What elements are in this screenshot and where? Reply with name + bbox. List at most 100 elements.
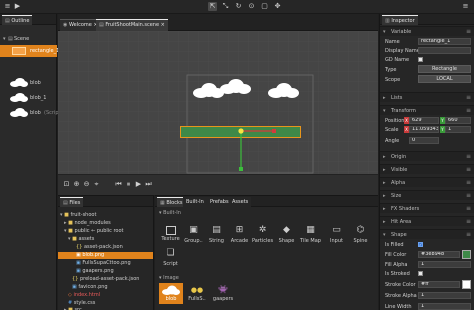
file-tree-item[interactable]: ▣ favicon.png [72,284,108,291]
section-menu-icon[interactable]: ≡ [466,93,471,103]
settings-menu-icon[interactable]: ≡ [461,2,470,11]
stroke-alpha-field[interactable]: 1 [418,292,471,299]
zoom-fit-icon[interactable]: ⊡ [62,180,71,189]
file-tree-item[interactable]: ▣ gaapers.png [76,268,114,275]
block-script[interactable]: ❏ Script [160,246,181,267]
is-stroked-checkbox[interactable] [418,271,423,276]
scale-tool-icon[interactable]: ⤡ [221,2,230,11]
tab-welcome[interactable]: ◉ Welcome × [60,19,101,31]
section-menu-icon[interactable]: ≡ [466,204,471,214]
image-blob[interactable]: blob [159,283,183,304]
visible-section-header[interactable]: ▸ Visible ≡ [380,164,474,174]
alpha-section-header[interactable]: ▸ Alpha ≡ [380,177,474,187]
file-tree-item[interactable]: ◇ index.html [68,292,100,299]
block-texture[interactable]: Texture [160,223,181,242]
section-menu-icon[interactable]: ≡ [466,217,471,227]
hit-area-section-header[interactable]: ▸ Hit Area ≡ [380,216,474,226]
zoom-out-icon[interactable]: ⊖ [82,180,91,189]
block-input[interactable]: ▭ Input [326,223,347,244]
display-name-field[interactable] [418,47,471,54]
type-button[interactable]: Rectangle [418,65,471,73]
variable-section-header[interactable]: ▾ Variable ≡ [380,26,474,36]
origin-tool-icon[interactable]: ⊙ [247,2,256,11]
is-filled-checkbox[interactable]: ✓ [418,242,423,247]
file-tree-item[interactable]: ▾ ■ fruit-shoot [60,212,96,219]
block-spine[interactable]: ⌬ Spine [350,223,371,244]
menu-icon[interactable]: ≡ [3,2,12,11]
blob-sprite[interactable] [268,83,299,98]
step-forward-icon[interactable]: ⏭ [144,180,153,189]
play-icon[interactable]: ▶ [13,2,22,11]
tab-outline[interactable]: ▤ Outline [2,15,33,25]
tab-files[interactable]: ▤ Files [60,197,84,207]
scale-x-field[interactable]: 11.0593439 [409,126,439,133]
block-arcade[interactable]: ⊞ Arcade [229,223,250,244]
image-fulls[interactable]: ●● FullsS.. [185,283,209,304]
file-tree-item[interactable]: {} asset-pack.json [76,244,123,251]
zoom-in-icon[interactable]: ⊕ [72,180,81,189]
fill-color-swatch[interactable] [462,250,471,259]
position-y-field[interactable]: 660 [445,117,471,124]
transform-section-header[interactable]: ▾ Transform ≡ [380,105,474,115]
section-menu-icon[interactable]: ≡ [466,165,471,175]
section-menu-icon[interactable]: ≡ [466,27,471,37]
section-menu-icon[interactable]: ≡ [466,191,471,201]
outline-item-blob-2[interactable]: blob (Scrip [0,107,59,119]
blob-sprite[interactable] [220,79,251,94]
scene-canvas[interactable] [58,31,378,174]
block-string[interactable]: ▤ String [206,223,227,244]
section-menu-icon[interactable]: ≡ [466,152,471,162]
tab-prefabs[interactable]: Prefabs [207,197,232,207]
scene-collapse-icon[interactable]: ▾ [3,36,6,42]
tab-inspector[interactable]: ▥ Inspector [382,15,418,25]
rotate-tool-icon[interactable]: ↻ [234,2,243,11]
stroke-color-swatch[interactable] [462,280,471,289]
origin-section-header[interactable]: ▸ Origin ≡ [380,151,474,161]
outline-item-rectangle[interactable]: rectangle_1 [0,45,59,57]
file-tree-item[interactable]: # style.css [68,300,95,307]
scene-node-label[interactable]: Scene [14,36,29,42]
section-menu-icon[interactable]: ≡ [466,230,471,240]
file-tree-item-selected[interactable]: ▣ blob.png [58,252,153,259]
name-field[interactable]: rectangle_1 [418,38,471,45]
fill-color-field[interactable]: #3e8948 [418,251,460,258]
shape-section-header[interactable]: ▾ Shape ≡ [380,229,474,239]
image-gaapers[interactable]: 👾 gaapers [211,283,235,304]
play-scene-icon[interactable]: ▶ [134,180,143,189]
line-width-field[interactable]: 1 [418,303,471,310]
translate-tool-icon[interactable]: ⇱ [208,2,217,11]
pause-icon[interactable]: ⏸ [124,180,133,189]
scale-y-field[interactable]: 1 [445,126,471,133]
tab-scene[interactable]: ▤ FruitShootMain.scene × [96,19,168,31]
select-region-icon[interactable]: ▢ [260,2,269,11]
scope-button[interactable]: LOCAL [418,75,471,83]
step-back-icon[interactable]: ⏮ [114,180,123,189]
camera-icon[interactable]: ⌖ [92,180,101,189]
file-tree-item[interactable]: ▣ FullsSupaCttoo.png [76,260,131,267]
file-tree-item[interactable]: ▾ ■ public ← public root [64,228,124,235]
block-tile-map[interactable]: ▦ Tile Map [300,223,321,244]
section-menu-icon[interactable]: ≡ [466,106,471,116]
gd-name-checkbox[interactable] [418,57,423,62]
outline-item-blob-1[interactable]: blob_1 [0,92,57,104]
tab-blocks[interactable]: ▦ Blocks [157,197,186,207]
file-tree-item[interactable]: {} preload-asset-pack.json [72,276,139,283]
lists-section-header[interactable]: ▸ Lists ≡ [380,92,474,102]
section-menu-icon[interactable]: ≡ [466,178,471,188]
fill-alpha-field[interactable]: 1 [418,261,471,268]
block-particles[interactable]: ✲ Particles [252,223,273,244]
block-shape[interactable]: ◆ Shape [276,223,297,244]
fx-shaders-section-header[interactable]: ▸ FX Shaders ≡ [380,203,474,213]
angle-field[interactable]: 0 [409,137,439,144]
pan-tool-icon[interactable]: ✥ [273,2,282,11]
outline-item-blob[interactable]: blob [0,77,57,89]
block-group[interactable]: ▣ Group.. [183,223,204,244]
position-x-field[interactable]: 629 [409,117,439,124]
size-section-header[interactable]: ▸ Size ≡ [380,190,474,200]
file-tree-item[interactable]: ▾ ■ assets [68,236,94,243]
file-tree-item[interactable]: ▸ ■ node_modules [64,220,111,227]
stroke-color-field[interactable]: #ff [418,281,460,288]
tab-built-in[interactable]: Built-In [183,197,207,207]
transform-gizmo[interactable] [236,124,280,174]
close-icon[interactable]: × [161,22,165,28]
